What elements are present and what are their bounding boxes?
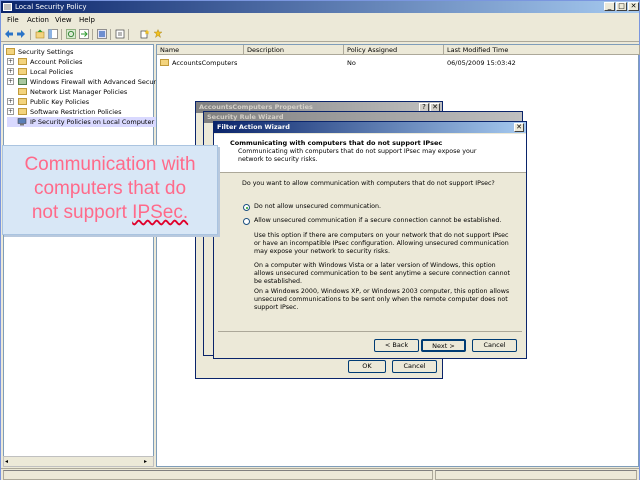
menu-action[interactable]: Action: [27, 16, 49, 24]
policy-agent-icon[interactable]: [153, 29, 163, 39]
tree-item-label: Local Policies: [30, 68, 73, 76]
expand-icon[interactable]: +: [7, 58, 14, 65]
title-bar[interactable]: Local Security Policy _ □ ✕: [1, 1, 639, 13]
menu-help[interactable]: Help: [79, 16, 95, 24]
expand-icon[interactable]: +: [7, 78, 14, 85]
computer-icon: [17, 118, 27, 126]
refresh-icon[interactable]: [66, 29, 76, 39]
menu-file[interactable]: File: [7, 16, 19, 24]
status-cell: [435, 470, 637, 480]
window-title: Local Security Policy: [15, 3, 87, 11]
toolbar: [1, 26, 639, 42]
next-button[interactable]: Next >: [421, 339, 466, 352]
scroll-right-icon[interactable]: ▸: [144, 458, 152, 466]
toolbar-separator: [110, 29, 111, 40]
scroll-left-icon[interactable]: ◂: [5, 458, 13, 466]
tree-pane: Security Settings + Account Policies + L…: [3, 44, 164, 467]
tree-item-label: Software Restriction Policies: [30, 108, 122, 116]
folder-icon: [18, 88, 27, 95]
forward-arrow-icon[interactable]: [16, 29, 26, 39]
filter-action-wizard: Filter Action Wizard ✕ Communicating wit…: [213, 121, 527, 359]
firewall-icon: [18, 78, 27, 85]
toolbar-separator: [92, 29, 93, 40]
expand-icon[interactable]: +: [7, 68, 14, 75]
toolbar-separator: [128, 29, 129, 40]
properties-title-text: AccountsComputers Properties: [199, 103, 313, 111]
menu-view[interactable]: View: [55, 16, 72, 24]
tree-item-label: IP Security Policies on Local Computer: [30, 118, 155, 126]
callout-line-3-emphasis: IPSec.: [132, 202, 189, 223]
wizard-paragraph-2: On a computer with Windows Vista or a la…: [254, 262, 510, 285]
toolbar-separator: [61, 29, 62, 40]
policy-icon: [160, 59, 169, 66]
wizard-divider: [218, 331, 522, 332]
wizard-header-title: Communicating with computers that do not…: [230, 139, 443, 147]
option-do-not-allow-label[interactable]: Do not allow unsecured communication.: [254, 203, 381, 211]
folder-icon: [18, 58, 27, 65]
export-list-icon[interactable]: [79, 29, 89, 39]
status-bar: [1, 468, 639, 480]
tree-item-label: Account Policies: [30, 58, 83, 66]
close-button[interactable]: ✕: [628, 2, 639, 11]
tree-horizontal-scrollbar[interactable]: ◂ ▸: [3, 456, 154, 467]
wizard-paragraph-3: On a Windows 2000, Windows XP, or Window…: [254, 288, 510, 311]
minimize-button[interactable]: _: [604, 2, 615, 11]
app-icon: [3, 3, 12, 11]
row-name: AccountsComputers: [172, 59, 238, 67]
maximize-button[interactable]: □: [616, 2, 627, 11]
tree-item-label: Network List Manager Policies: [30, 88, 128, 96]
new-policy-icon[interactable]: [140, 29, 150, 39]
properties-icon[interactable]: [115, 29, 125, 39]
folder-icon: [18, 108, 27, 115]
option-allow-unsecured-label[interactable]: Allow unsecured communication if a secur…: [254, 217, 519, 225]
row-policy-assigned: No: [347, 59, 356, 67]
column-header-name[interactable]: Name: [157, 45, 244, 55]
ok-button[interactable]: OK: [348, 360, 386, 373]
rule-wizard-title-text: Security Rule Wizard: [207, 113, 284, 121]
tree-item-label: Public Key Policies: [30, 98, 90, 106]
toolbar-separator: [30, 29, 31, 40]
wizard-cancel-button[interactable]: Cancel: [472, 339, 517, 352]
callout-line-1: Communication with: [24, 154, 196, 175]
column-header-policy-assigned[interactable]: Policy Assigned: [344, 45, 444, 55]
properties-cancel-button[interactable]: Cancel: [392, 360, 437, 373]
column-header-last-modified[interactable]: Last Modified Time: [444, 45, 640, 55]
table-row[interactable]: AccountsComputers No 06/05/2009 15:03:42: [157, 58, 640, 68]
up-folder-icon[interactable]: [35, 29, 45, 39]
filter-wizard-title-text: Filter Action Wizard: [217, 123, 290, 131]
wizard-question: Do you want to allow communication with …: [242, 180, 495, 187]
tree-item-ip-security-policies[interactable]: IP Security Policies on Local Computer: [7, 117, 157, 127]
expand-icon[interactable]: +: [7, 98, 14, 105]
radio-allow-unsecured[interactable]: [243, 218, 250, 225]
row-last-modified: 06/05/2009 15:03:42: [447, 59, 516, 67]
callout-line-2: computers that do: [33, 178, 187, 199]
tutorial-callout: Communication with computers that do not…: [2, 145, 218, 235]
show-hide-tree-icon[interactable]: [48, 29, 58, 39]
tree-item-label: Security Settings: [18, 48, 74, 56]
back-arrow-icon[interactable]: [4, 29, 14, 39]
help-icon[interactable]: [97, 29, 107, 39]
filter-action-wizard-title[interactable]: Filter Action Wizard: [214, 122, 526, 133]
callout-line-3: not support IPSec.: [3, 201, 217, 225]
column-header-description[interactable]: Description: [244, 45, 344, 55]
wizard-header: Communicating with computers that do not…: [214, 134, 526, 173]
radio-do-not-allow[interactable]: [243, 204, 250, 211]
wizard-paragraph-1: Use this option if there are computers o…: [254, 232, 509, 255]
back-button[interactable]: < Back: [374, 339, 419, 352]
folder-icon: [18, 98, 27, 105]
callout-line-3-text: not support: [31, 202, 133, 223]
folder-icon: [18, 68, 27, 75]
security-settings-icon: [6, 48, 15, 55]
wizard-header-subtitle: Communicating with computers that do not…: [238, 148, 477, 163]
tree-item-label: Windows Firewall with Advanced Security: [30, 78, 165, 86]
menu-bar: File Action View Help: [1, 14, 639, 26]
status-cell: [3, 470, 433, 480]
wizard-close-button[interactable]: ✕: [514, 123, 524, 132]
expand-icon[interactable]: +: [7, 108, 14, 115]
